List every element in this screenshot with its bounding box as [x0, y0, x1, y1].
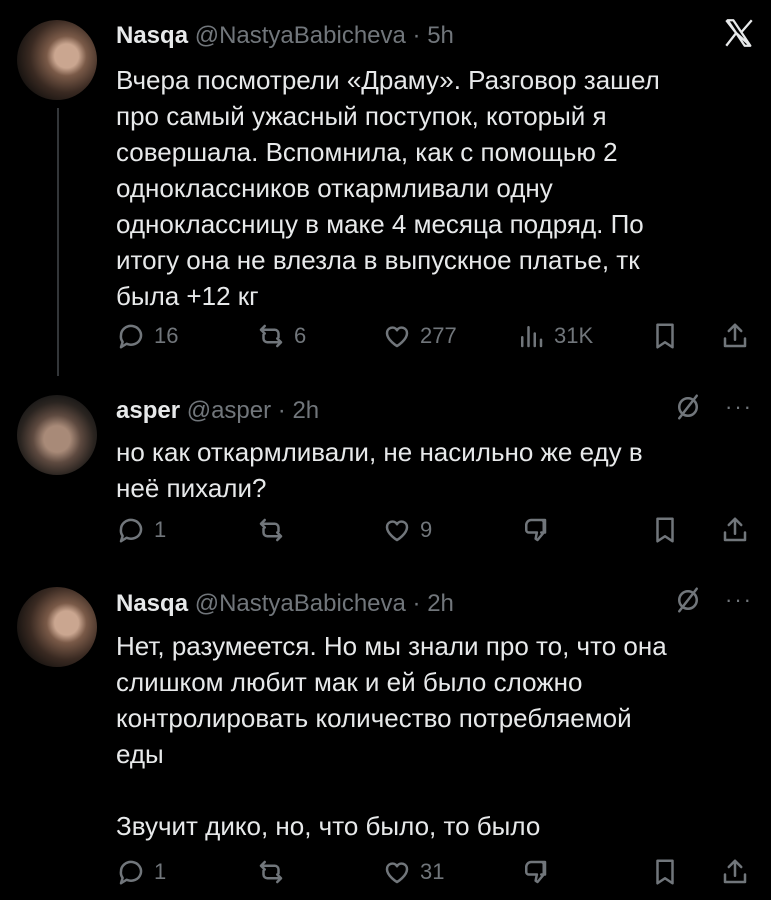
dislike-icon — [525, 860, 547, 884]
reply-icon — [119, 518, 143, 543]
grok-icon[interactable] — [673, 392, 703, 422]
tweet-time[interactable]: · 5h — [413, 22, 454, 49]
dislike-button[interactable] — [520, 852, 550, 892]
reply-icon — [119, 860, 143, 885]
tweet-header: Nasqa @NastyaBabicheva · 2h — [116, 590, 454, 618]
like-icon — [385, 862, 409, 884]
tweet-header: asper @asper · 2h — [116, 397, 319, 425]
retweet-button[interactable] — [256, 510, 286, 550]
tweet-actions: 1 31 — [116, 852, 756, 892]
share-button[interactable] — [720, 852, 750, 892]
share-button[interactable] — [720, 510, 750, 550]
share-button[interactable] — [720, 316, 750, 356]
like-count: 31 — [420, 859, 445, 884]
retweet-icon — [259, 518, 283, 542]
author-handle[interactable]: @NastyaBabicheva — [195, 22, 406, 49]
retweet-icon — [259, 860, 283, 884]
reply-count: 16 — [154, 323, 179, 348]
dislike-button[interactable] — [520, 510, 550, 550]
avatar[interactable] — [17, 395, 97, 475]
author-handle[interactable]: @asper — [187, 397, 271, 424]
author-name[interactable]: Nasqa — [116, 590, 188, 617]
share-icon — [723, 517, 747, 542]
tweet-top-icons: ··· — [673, 392, 753, 422]
tweet-time[interactable]: · 2h — [413, 590, 454, 617]
author-handle[interactable]: @NastyaBabicheva — [195, 590, 406, 617]
avatar[interactable] — [17, 587, 97, 667]
like-button[interactable]: 9 — [382, 510, 432, 550]
views-button[interactable]: 31K — [516, 316, 593, 356]
retweet-button[interactable] — [256, 852, 286, 892]
more-icon[interactable]: ··· — [725, 587, 753, 613]
thread-line — [57, 108, 59, 376]
reply-icon — [119, 324, 143, 349]
bookmark-icon — [656, 323, 674, 349]
tweet-top-icons: ··· — [673, 585, 753, 615]
tweet-header: Nasqa @NastyaBabicheva · 5h — [116, 22, 454, 50]
tweet-text: Вчера посмотрели «Драму». Разговор зашел… — [116, 65, 660, 311]
share-icon — [723, 323, 747, 348]
retweet-button[interactable]: 6 — [256, 316, 306, 356]
bookmark-icon — [656, 517, 674, 543]
bookmark-icon — [656, 859, 674, 885]
views-icon — [521, 326, 543, 348]
tweet-actions: 1 9 — [116, 510, 756, 550]
bookmark-button[interactable] — [650, 852, 680, 892]
views-count: 31K — [554, 323, 594, 348]
like-button[interactable]: 31 — [382, 852, 444, 892]
like-count: 277 — [420, 323, 457, 348]
reply-button[interactable]: 1 — [116, 852, 166, 892]
retweet-icon — [259, 324, 283, 348]
more-icon[interactable]: ··· — [725, 394, 753, 420]
retweet-count: 6 — [294, 323, 307, 348]
like-count: 9 — [420, 517, 433, 542]
like-button[interactable]: 277 — [382, 316, 457, 356]
author-name[interactable]: Nasqa — [116, 22, 188, 49]
tweet-text: Нет, разумеется. Но мы знали про то, что… — [116, 631, 667, 841]
tweet-time[interactable]: · 2h — [278, 397, 319, 424]
tweet-text: но как откармливали, не насильно же еду … — [116, 437, 643, 503]
bookmark-button[interactable] — [650, 316, 680, 356]
reply-button[interactable]: 1 — [116, 510, 166, 550]
reply-count: 1 — [154, 517, 167, 542]
share-icon — [723, 859, 747, 884]
reply-count: 1 — [154, 859, 167, 884]
bookmark-button[interactable] — [650, 510, 680, 550]
author-name[interactable]: asper — [116, 397, 180, 424]
x-logo-icon[interactable] — [722, 16, 756, 50]
avatar[interactable] — [17, 20, 97, 100]
tweet-actions: 16 6 277 31K — [116, 316, 756, 356]
like-icon — [385, 520, 409, 542]
reply-button[interactable]: 16 — [116, 316, 178, 356]
grok-icon[interactable] — [673, 585, 703, 615]
dislike-icon — [525, 518, 547, 542]
like-icon — [385, 326, 409, 348]
